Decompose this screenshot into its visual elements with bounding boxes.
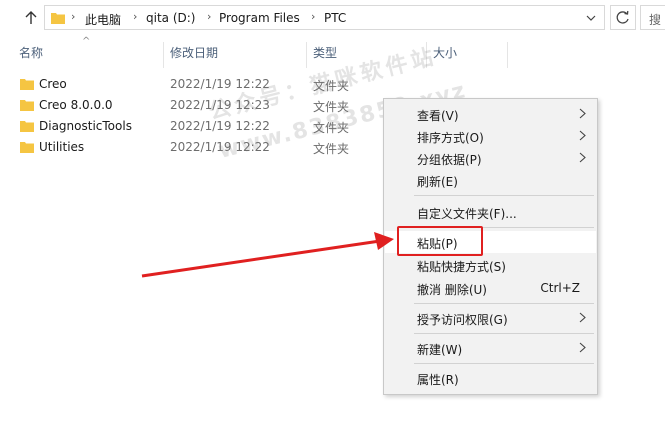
column-divider[interactable]: [163, 42, 164, 68]
menu-item-label: 撤消 删除(U): [417, 283, 487, 297]
chevron-right-icon: [579, 108, 586, 119]
menu-item-refresh[interactable]: 刷新(E): [385, 169, 596, 191]
file-type: 文件夹: [313, 79, 350, 93]
menu-item-label: 排序方式(O): [417, 131, 484, 145]
menu-separator: [414, 333, 594, 334]
menu-item-label: 新建(W): [417, 343, 463, 357]
column-header-name[interactable]: 名称: [19, 44, 43, 66]
file-type: 文件夹: [313, 142, 350, 156]
menu-item-label: 自定义文件夹(F)...: [417, 207, 517, 221]
menu-item-customize-folder[interactable]: 自定义文件夹(F)...: [385, 201, 596, 223]
file-name: DiagnosticTools: [39, 119, 132, 133]
column-header-type[interactable]: 类型: [313, 44, 337, 66]
folder-icon: [20, 79, 34, 90]
menu-item-label: 粘贴快捷方式(S): [417, 260, 506, 274]
search-input[interactable]: 搜: [640, 5, 665, 30]
file-type: 文件夹: [313, 100, 350, 114]
address-bar-area: › 此电脑 › qita (D:) › Program Files › PTC …: [0, 0, 665, 36]
menu-separator: [414, 363, 594, 364]
folder-icon: [20, 142, 34, 153]
menu-separator: [414, 303, 594, 304]
breadcrumb-this-pc[interactable]: 此电脑: [85, 11, 121, 28]
menu-item-label: 分组依据(P): [417, 153, 482, 167]
breadcrumb-program-files[interactable]: Program Files: [219, 11, 300, 25]
menu-item-give-access[interactable]: 授予访问权限(G): [385, 307, 596, 329]
breadcrumb-separator-icon: ›: [133, 10, 138, 23]
menu-item-label: 属性(R): [417, 373, 459, 387]
chevron-down-icon[interactable]: [586, 14, 596, 22]
chevron-right-icon: [579, 342, 586, 353]
file-date: 2022/1/19 12:22: [170, 140, 270, 154]
file-date: 2022/1/19 12:22: [170, 77, 270, 91]
file-row[interactable]: Creo 8.0.0.0 2022/1/19 12:23 文件夹: [0, 96, 380, 116]
menu-item-new[interactable]: 新建(W): [385, 337, 596, 359]
column-header-size[interactable]: 大小: [433, 44, 457, 66]
folder-icon: [20, 121, 34, 132]
column-divider[interactable]: [507, 42, 508, 68]
file-row[interactable]: DiagnosticTools 2022/1/19 12:22 文件夹: [0, 117, 380, 137]
column-divider[interactable]: [306, 42, 307, 68]
folder-icon: [20, 100, 34, 111]
breadcrumb-separator-icon: ›: [71, 10, 76, 23]
breadcrumb-separator-icon: ›: [207, 10, 212, 23]
file-date: 2022/1/19 12:22: [170, 119, 270, 133]
chevron-right-icon: [579, 152, 586, 163]
sort-ascending-icon: ^: [82, 36, 91, 47]
menu-item-label: 查看(V): [417, 109, 459, 123]
breadcrumb-ptc[interactable]: PTC: [324, 11, 346, 25]
menu-item-paste-shortcut[interactable]: 粘贴快捷方式(S): [385, 254, 596, 276]
menu-item-group-by[interactable]: 分组依据(P): [385, 147, 596, 169]
file-name: Creo: [39, 77, 67, 91]
folder-icon: [51, 13, 65, 24]
menu-item-label: 授予访问权限(G): [417, 313, 508, 327]
search-placeholder: 搜: [649, 13, 662, 27]
refresh-button[interactable]: [610, 5, 636, 30]
file-row[interactable]: Utilities 2022/1/19 12:22 文件夹: [0, 138, 380, 158]
highlight-box: [397, 226, 483, 256]
file-row[interactable]: Creo 2022/1/19 12:22 文件夹: [0, 75, 380, 95]
up-arrow-icon[interactable]: [22, 9, 40, 27]
chevron-right-icon: [579, 130, 586, 141]
breadcrumb-separator-icon: ›: [311, 10, 316, 23]
file-name: Creo 8.0.0.0: [39, 98, 113, 112]
chevron-right-icon: [579, 312, 586, 323]
menu-item-shortcut: Ctrl+Z: [540, 281, 580, 295]
refresh-icon: [616, 10, 629, 24]
menu-separator: [414, 195, 594, 196]
breadcrumb-drive[interactable]: qita (D:): [146, 11, 195, 25]
address-box[interactable]: › 此电脑 › qita (D:) › Program Files › PTC: [44, 5, 605, 30]
file-name: Utilities: [39, 140, 85, 154]
menu-item-label: 刷新(E): [417, 175, 458, 189]
menu-item-properties[interactable]: 属性(R): [385, 367, 596, 389]
menu-item-sort-by[interactable]: 排序方式(O): [385, 125, 596, 147]
file-date: 2022/1/19 12:23: [170, 98, 270, 112]
column-divider[interactable]: [426, 42, 427, 68]
menu-item-view[interactable]: 查看(V): [385, 103, 596, 125]
menu-item-undo-delete[interactable]: 撤消 删除(U) Ctrl+Z: [385, 277, 596, 299]
column-header-date[interactable]: 修改日期: [170, 44, 218, 66]
file-type: 文件夹: [313, 121, 350, 135]
